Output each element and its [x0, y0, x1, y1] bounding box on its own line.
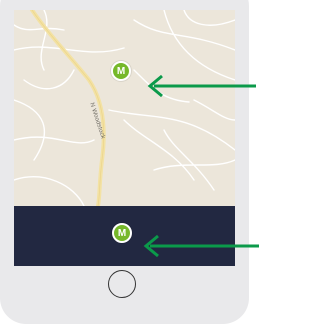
map-view[interactable]: N Woodstock M — [14, 10, 235, 206]
arrow-left-icon — [143, 234, 259, 258]
map-streets — [14, 10, 235, 206]
home-button-icon[interactable] — [108, 270, 136, 298]
metro-station-marker-icon[interactable]: M — [112, 223, 132, 243]
marker-letter: M — [117, 227, 127, 239]
phone-frame: N Woodstock M M — [0, 0, 249, 324]
phone-screen: N Woodstock M M — [14, 10, 235, 266]
metro-station-marker-icon[interactable]: M — [111, 61, 131, 81]
arrow-left-icon — [147, 74, 256, 98]
marker-letter: M — [116, 65, 126, 77]
